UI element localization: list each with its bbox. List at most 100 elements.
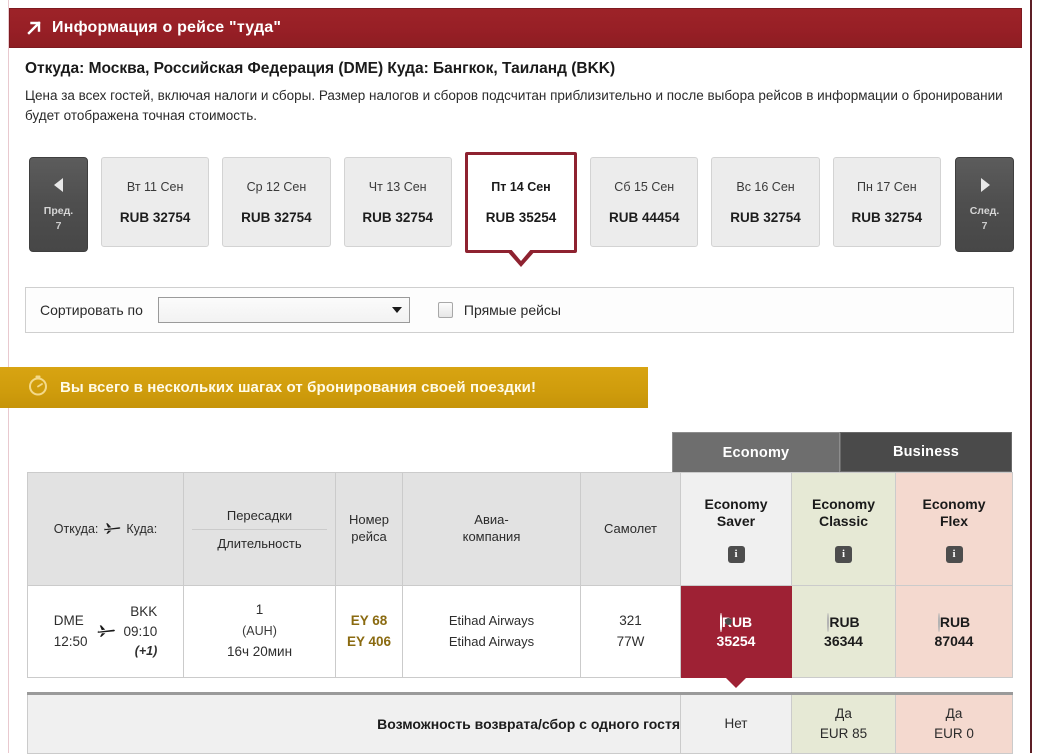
cell-airlines: Etihad Airways Etihad Airways [402, 585, 581, 678]
refund-yes-no: Да [945, 706, 963, 722]
stops-count: 1 [255, 602, 264, 618]
origin-time: 12:50 [53, 633, 88, 649]
header-flight-number-line2: рейса [351, 529, 387, 544]
prev-week-label: Пред. [43, 205, 74, 218]
tab-business-label: Business [892, 444, 960, 460]
date-strip: Пред. 7 Вт 11 Сен RUB 32754 Ср 12 Сен RU… [29, 152, 1014, 267]
triangle-right-icon [976, 176, 994, 198]
tab-economy-label: Economy [722, 444, 790, 461]
fare-radio-selected[interactable] [719, 612, 722, 632]
airline-1: Etihad Airways [448, 613, 535, 629]
tab-business[interactable]: Business [840, 432, 1012, 472]
header-aircraft: Самолет [580, 472, 681, 586]
header-flight-number: Номер рейса [335, 472, 403, 586]
header-airline: Авиа- компания [402, 472, 581, 586]
airline-2: Etihad Airways [448, 633, 535, 649]
direct-flights-checkbox[interactable] [437, 302, 453, 318]
date-tab-6[interactable]: Пн 17 Сен RUB 32754 [832, 157, 941, 247]
refund-value-economy-flex: Да EUR 0 [895, 693, 1013, 754]
fare-option-economy-saver[interactable]: RUB 35254 [680, 585, 792, 688]
refund-value-economy-saver: Нет [680, 693, 792, 754]
origin-code: DME [53, 613, 84, 629]
header-origin-destination: Откуда: Куда: [27, 472, 184, 586]
next-week-button[interactable]: След. 7 [955, 157, 1014, 252]
route-summary: Откуда: Москва, Российская Федерация (DM… [25, 60, 616, 77]
header-fare-economy-flex: Economy Flex i [895, 472, 1013, 586]
flight-number-2[interactable]: EY 406 [347, 634, 391, 649]
destination-day-offset: (+1) [134, 644, 158, 659]
info-icon[interactable]: i [835, 545, 852, 563]
selected-fare-pointer [725, 677, 747, 688]
date-tab-label: Вс 16 Сен [736, 179, 795, 194]
fare-amount: 36344 [824, 632, 863, 649]
date-tab-label: Пт 14 Сен [491, 180, 551, 194]
destination-block: BKK 09:10 (+1) [124, 602, 158, 661]
fare-name-line2: Classic [818, 513, 869, 529]
airplane-icon [96, 623, 116, 641]
next-week-count: 7 [981, 219, 988, 232]
date-tab-0[interactable]: Вт 11 Сен RUB 32754 [101, 157, 210, 247]
header-stops-duration: Пересадки Длительность [183, 472, 336, 586]
origin-block: DME 12:50 [54, 611, 88, 652]
date-tab-price: RUB 32754 [362, 209, 433, 225]
refund-label: Возможность возврата/сбор с одного гостя [27, 693, 681, 754]
table-row: DME 12:50 BKK 09:10 (+1) 1 (AUH) 16ч 20м… [27, 585, 1013, 688]
refund-value-economy-classic: Да EUR 85 [791, 693, 896, 754]
destination-code: BKK [130, 603, 158, 619]
refund-yes-no: Да [835, 706, 852, 722]
info-icon[interactable]: i [727, 545, 745, 563]
date-tab-label: Вт 11 Сен [126, 179, 184, 194]
date-tab-5[interactable]: Вс 16 Сен RUB 32754 [711, 157, 820, 247]
destination-time: 09:10 [123, 624, 158, 640]
direct-flights-filter[interactable]: Прямые рейсы [437, 302, 561, 318]
tab-economy[interactable]: Economy [672, 432, 840, 472]
cabin-class-tabs: Economy Business [672, 432, 1012, 472]
fare-currency: RUB [939, 613, 971, 630]
aircraft-2: 77W [616, 633, 645, 649]
prev-week-count: 7 [55, 219, 62, 232]
flight-number-1[interactable]: EY 68 [351, 613, 388, 628]
fare-amount: 87044 [934, 632, 974, 649]
airplane-icon [103, 521, 121, 538]
date-tab-price: RUB 44454 [608, 209, 680, 225]
fare-name-line1: Economy [922, 495, 986, 512]
flight-duration: 16ч 20мин [226, 643, 293, 659]
info-icon[interactable]: i [945, 545, 963, 563]
promo-banner-text: Вы всего в нескольких шагах от бронирова… [60, 379, 537, 396]
flight-results-table: Откуда: Куда: Пересадки Длительность Ном… [27, 472, 1013, 688]
date-tabs: Вт 11 Сен RUB 32754 Ср 12 Сен RUB 32754 … [88, 152, 941, 267]
promo-banner: Вы всего в нескольких шагах от бронирова… [0, 367, 648, 408]
page-title: Информация о рейсе "туда" [52, 19, 282, 36]
date-tab-label: Пн 17 Сен [857, 179, 917, 194]
next-week-label: След. [969, 205, 1000, 218]
date-tab-price: RUB 32754 [119, 209, 191, 225]
header-duration-label: Длительность [217, 535, 302, 551]
date-tab-price: RUB 32754 [851, 209, 923, 225]
date-tab-label: Ср 12 Сен [246, 179, 307, 194]
date-tab-price: RUB 35254 [485, 210, 557, 225]
date-tab-price: RUB 32754 [730, 209, 801, 225]
triangle-left-icon [50, 176, 68, 198]
date-tab-2[interactable]: Чт 13 Сен RUB 32754 [343, 157, 452, 247]
sort-label: Сортировать по [40, 302, 143, 318]
fare-option-economy-flex[interactable]: RUB 87044 [895, 585, 1013, 678]
refund-section: Возможность возврата/сбор с одного гостя… [27, 692, 1013, 754]
header-destination-label: Куда: [126, 522, 158, 536]
flight-intro: Откуда: Москва, Российская Федерация (DM… [25, 60, 1010, 125]
prev-week-button[interactable]: Пред. 7 [29, 157, 88, 252]
chevron-down-icon [391, 307, 402, 313]
cell-aircraft: 321 77W [580, 585, 681, 678]
date-tab-3-selected[interactable]: Пт 14 Сен RUB 35254 [464, 152, 578, 267]
cell-flight-numbers: EY 68 EY 406 [335, 585, 403, 678]
price-note: Цена за всех гостей, включая налоги и сб… [25, 88, 1003, 123]
refund-fee: EUR 85 [819, 726, 868, 741]
fare-name-line2: Flex [939, 513, 968, 529]
date-tab-4[interactable]: Сб 15 Сен RUB 44454 [590, 157, 699, 247]
sort-select[interactable] [157, 297, 410, 323]
header-fare-economy-classic: Economy Classic i [791, 472, 896, 586]
date-tab-1[interactable]: Ср 12 Сен RUB 32754 [222, 157, 331, 247]
fare-name-line2: Saver [716, 513, 756, 529]
header-airline-line2: компания [462, 529, 521, 544]
date-tab-price: RUB 32754 [241, 209, 312, 225]
fare-option-economy-classic[interactable]: RUB 36344 [791, 585, 896, 678]
